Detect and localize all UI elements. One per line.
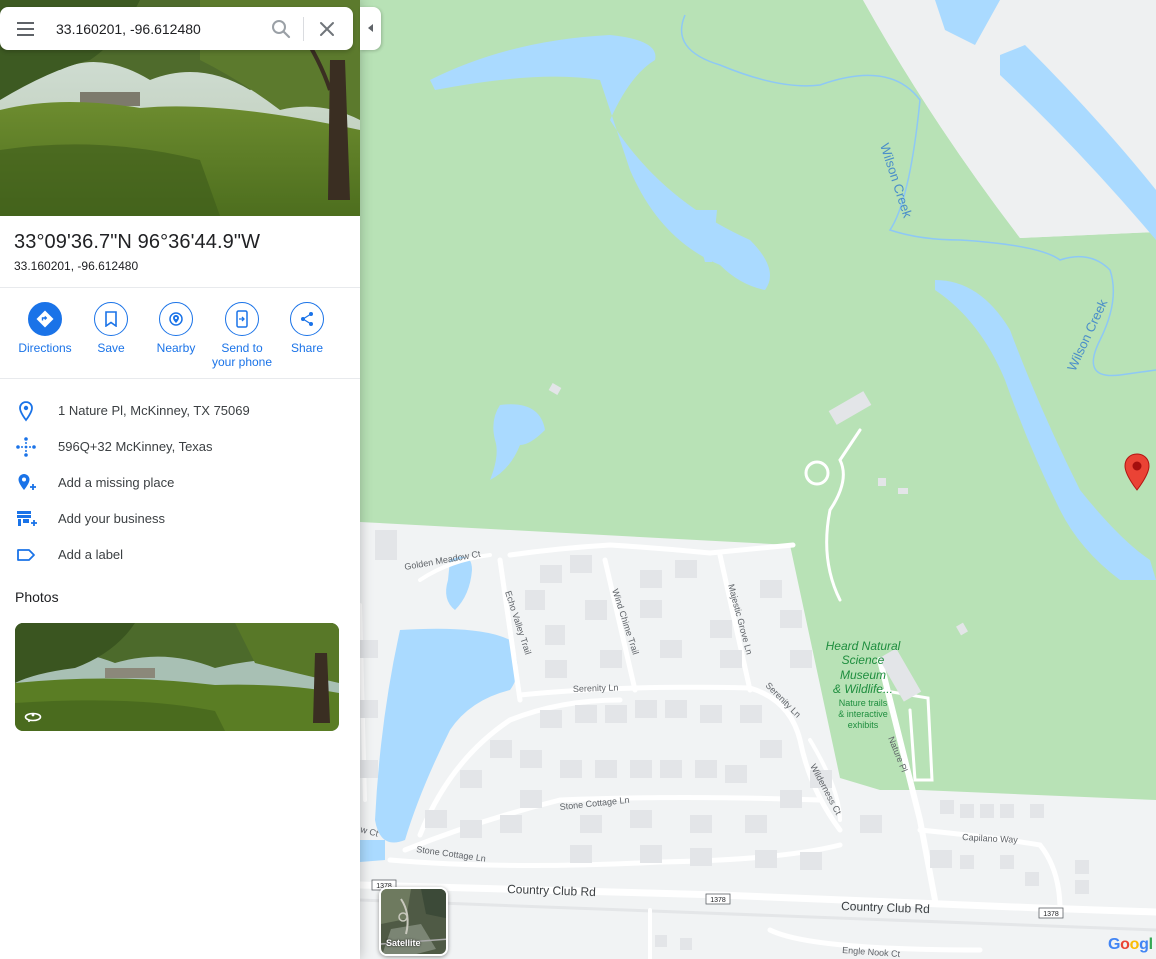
place-title: 33°09'36.7"N 96°36'44.9"W: [14, 231, 261, 253]
nearby-button[interactable]: Nearby: [143, 302, 209, 355]
google-logo: Googl: [1108, 936, 1153, 953]
search-input[interactable]: [56, 17, 252, 41]
label-icon: [17, 549, 35, 561]
satellite-layer-toggle[interactable]: Satellite: [379, 887, 448, 956]
map-layer: Wilson Creek Wilson Creek Heard Natural …: [360, 0, 1156, 959]
add-business-text: Add your business: [58, 511, 165, 526]
photos-heading: Photos: [15, 589, 59, 605]
red-pin-icon: [1124, 453, 1150, 491]
street-view-360-icon: [24, 712, 42, 722]
country-club-label-1: Country Club Rd: [507, 882, 596, 899]
address-text: 1 Nature Pl, McKinney, TX 75069: [58, 403, 250, 418]
save-label: Save: [97, 341, 125, 355]
divider: [0, 287, 360, 288]
serenity-label-1: Serenity Ln: [573, 682, 619, 694]
route-1378-shield-2: 1378: [710, 897, 726, 904]
street-view-photo: [15, 623, 339, 731]
add-place-icon: [18, 474, 36, 490]
address-row[interactable]: 1 Nature Pl, McKinney, TX 75069: [0, 392, 360, 428]
place-panel: 33°09'36.7"N 96°36'44.9"W 33.160201, -96…: [0, 0, 360, 959]
search-box: [0, 7, 353, 50]
add-business-icon: [17, 511, 37, 526]
add-label-row[interactable]: Add a label: [0, 536, 360, 572]
share-button[interactable]: Share: [274, 302, 340, 355]
plus-code-icon: [16, 437, 36, 457]
directions-icon: [36, 310, 54, 328]
location-pin-marker[interactable]: [1124, 453, 1150, 491]
capilano-label: Capilano Way: [962, 832, 1019, 845]
send-to-phone-label: Send to your phone: [211, 341, 273, 369]
search-divider: [303, 17, 304, 41]
search-icon[interactable]: [269, 17, 293, 41]
directions-button[interactable]: Directions: [12, 302, 78, 355]
nearby-icon: [169, 312, 183, 326]
place-coordinates: 33.160201, -96.612480: [14, 259, 139, 273]
bookmark-icon: [105, 311, 117, 327]
route-1378-shield-3: 1378: [1043, 911, 1059, 918]
museum-label-line-4: & Wildlife...: [833, 682, 893, 696]
directions-label: Directions: [18, 341, 72, 355]
location-pin-icon: [19, 401, 33, 422]
country-club-label-2: Country Club Rd: [841, 899, 930, 916]
museum-sub-3: exhibits: [848, 720, 879, 730]
satellite-label: Satellite: [386, 938, 421, 948]
museum-label-line-1: Heard Natural: [826, 639, 901, 653]
museum-label-line-3: Museum: [840, 668, 886, 682]
share-icon: [301, 312, 313, 326]
send-to-phone-icon: [236, 310, 248, 328]
divider: [0, 378, 360, 379]
send-to-phone-button[interactable]: Send to your phone: [209, 302, 275, 369]
plus-code-row[interactable]: 596Q+32 McKinney, Texas: [0, 428, 360, 464]
museum-label-line-2: Science: [842, 653, 885, 667]
map-canvas[interactable]: Wilson Creek Wilson Creek Heard Natural …: [360, 0, 1156, 959]
nearby-label: Nearby: [156, 341, 196, 355]
add-business-row[interactable]: Add your business: [0, 500, 360, 536]
add-label-text: Add a label: [58, 547, 124, 562]
add-missing-place-row[interactable]: Add a missing place: [0, 464, 360, 500]
collapse-panel-button[interactable]: [360, 7, 381, 50]
save-button[interactable]: Save: [78, 302, 144, 355]
maps-app: Wilson Creek Wilson Creek Heard Natural …: [0, 0, 1156, 959]
plus-code-text: 596Q+32 McKinney, Texas: [58, 439, 213, 454]
serenity-label-2: Serenity Ln: [764, 680, 803, 719]
museum-sub-2: & interactive: [838, 709, 888, 719]
collapse-arrow-icon: [368, 24, 373, 32]
menu-icon[interactable]: [10, 17, 40, 41]
add-missing-place-text: Add a missing place: [58, 475, 175, 490]
photo-thumbnail[interactable]: [15, 623, 339, 731]
close-icon[interactable]: [315, 17, 339, 41]
share-label: Share: [290, 341, 324, 355]
museum-sub-1: Nature trails: [839, 698, 888, 708]
